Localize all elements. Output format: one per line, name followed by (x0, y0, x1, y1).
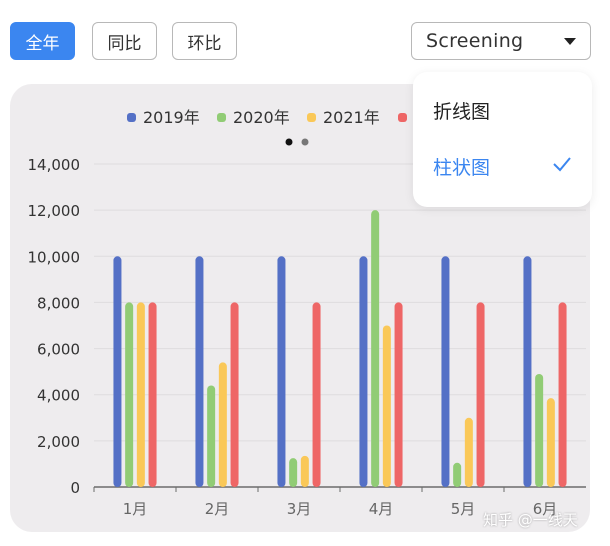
bar (148, 302, 157, 487)
legend-label: 2020年 (233, 108, 290, 127)
screening-label: Screening (426, 30, 524, 52)
x-tick-label: 4月 (369, 500, 394, 518)
y-tick-label: 14,000 (28, 156, 81, 174)
x-tick-label: 2月 (205, 500, 230, 518)
bar (546, 398, 555, 487)
y-tick-label: 10,000 (28, 248, 81, 266)
bar (464, 417, 473, 487)
y-tick-label: 6,000 (37, 341, 80, 359)
bar (371, 210, 380, 487)
bar (300, 455, 309, 487)
x-tick-label: 3月 (287, 500, 312, 518)
legend-label: 2019年 (143, 108, 200, 127)
bar (523, 256, 532, 487)
y-tick-label: 12,000 (28, 202, 81, 220)
x-tick-label: 5月 (451, 500, 476, 518)
check-icon (553, 157, 571, 172)
bar (382, 325, 391, 487)
legend-swatch (398, 113, 407, 122)
bar (394, 302, 403, 487)
bar (312, 302, 321, 487)
screening-dropdown[interactable]: Screening (411, 22, 591, 60)
caret-down-icon (564, 37, 576, 45)
x-tick-label: 1月 (123, 500, 148, 518)
pager-dot (285, 138, 293, 146)
chart-type-menu: 折线图 柱状图 (413, 72, 592, 207)
y-tick-label: 2,000 (37, 433, 80, 451)
bar (535, 373, 544, 487)
pager-dot (301, 138, 309, 146)
year-over-year-button[interactable]: 同比 (92, 22, 157, 60)
bar (125, 302, 134, 487)
bar (289, 458, 298, 487)
legend-swatch (307, 113, 316, 122)
bar (230, 302, 239, 487)
y-tick-label: 8,000 (37, 294, 80, 312)
bar (218, 362, 227, 487)
bar (441, 256, 450, 487)
legend-label: 2021年 (323, 108, 380, 127)
all-year-button[interactable]: 全年 (10, 22, 75, 60)
month-over-month-button[interactable]: 环比 (172, 22, 237, 60)
y-tick-label: 4,000 (37, 387, 80, 405)
y-tick-label: 0 (70, 479, 80, 497)
bar (453, 462, 462, 487)
menu-item-bar-chart[interactable]: 柱状图 (433, 153, 490, 180)
bar (558, 302, 567, 487)
bar (476, 302, 485, 487)
bar (195, 256, 204, 487)
bar (136, 302, 145, 487)
bar (207, 385, 216, 487)
legend-swatch (217, 113, 226, 122)
bar (113, 256, 122, 487)
bar (359, 256, 368, 487)
menu-item-line-chart[interactable]: 折线图 (433, 97, 490, 124)
bar (277, 256, 286, 487)
legend-swatch (127, 113, 136, 122)
watermark: 知乎 @一线天 (483, 511, 578, 529)
